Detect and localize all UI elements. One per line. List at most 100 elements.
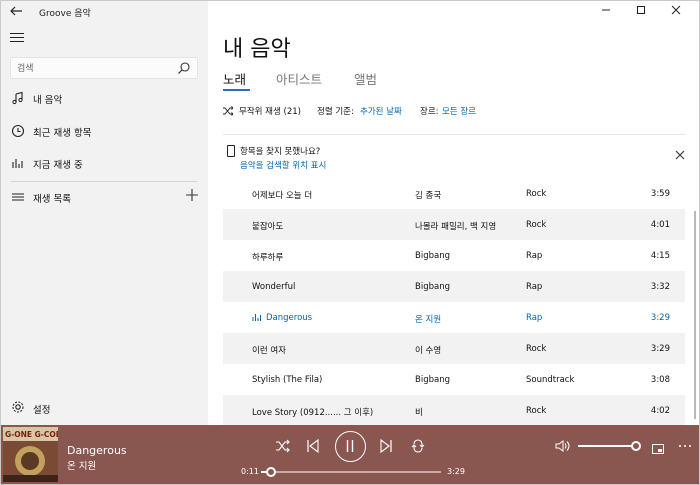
shuffle-all-button[interactable]: 무작위 재생 (21) bbox=[239, 105, 301, 117]
hamburger-menu-icon[interactable] bbox=[10, 33, 24, 45]
shuffle-icon bbox=[276, 439, 290, 453]
table-row[interactable]: 하루하루 Bigbang Rap 4:15 bbox=[223, 240, 685, 271]
minimize-icon bbox=[602, 9, 610, 11]
pause-icon bbox=[346, 440, 354, 452]
shuffle-button[interactable] bbox=[276, 438, 292, 454]
table-row-now-playing[interactable]: Dangerous 온 지원 Rap 3:29 bbox=[223, 302, 685, 333]
song-artist[interactable]: 김 종국 bbox=[415, 189, 441, 201]
title-bar: Groove 음악 bbox=[1, 1, 208, 23]
now-playing-title[interactable]: Dangerous bbox=[67, 444, 127, 457]
mini-player-button[interactable] bbox=[652, 439, 668, 455]
sidebar-item-my-music[interactable]: 내 음악 bbox=[1, 85, 208, 111]
app-title: Groove 음악 bbox=[39, 9, 91, 19]
sort-label: 정렬 기준: bbox=[317, 107, 354, 117]
close-window-button[interactable] bbox=[669, 5, 683, 19]
next-button[interactable] bbox=[379, 438, 395, 454]
tab-songs[interactable]: 노래 bbox=[223, 69, 246, 88]
song-genre: Rock bbox=[526, 344, 547, 354]
song-genre: Rock bbox=[526, 220, 547, 230]
song-genre: Rap bbox=[526, 251, 543, 261]
sidebar: Groove 음악 내 음악 최근 재생 항목 지금 재생 중 재생 목록 설정 bbox=[1, 1, 208, 425]
gear-icon bbox=[12, 401, 24, 413]
sidebar-item-now-playing[interactable]: 지금 재생 중 bbox=[1, 150, 208, 176]
song-artist[interactable]: 나몰라 패밀리, 백 지영 bbox=[415, 220, 496, 232]
speaker-icon bbox=[555, 440, 570, 452]
close-icon bbox=[671, 5, 681, 15]
tab-artists[interactable]: 아티스트 bbox=[276, 69, 322, 88]
song-artist[interactable]: 이 수영 bbox=[415, 344, 441, 356]
sidebar-item-label: 내 음악 bbox=[33, 95, 63, 106]
playlist-icon bbox=[12, 193, 24, 201]
sort-dropdown[interactable]: 추가된 날짜 bbox=[360, 105, 402, 117]
table-row[interactable]: 붙잡아도 나몰라 패밀리, 백 지영 Rock 4:01 bbox=[223, 209, 685, 240]
maximize-button[interactable] bbox=[634, 5, 648, 19]
search-box bbox=[10, 57, 198, 79]
clock-icon bbox=[11, 124, 25, 138]
song-title-cell: Dangerous bbox=[252, 313, 312, 323]
album-cover-image: G-ONE G-CODE bbox=[3, 427, 58, 482]
song-genre: Rap bbox=[526, 282, 543, 292]
previous-button[interactable] bbox=[306, 438, 322, 454]
sidebar-item-playlists[interactable]: 재생 목록 bbox=[1, 184, 208, 210]
song-title: 이런 여자 bbox=[252, 346, 286, 356]
search-input[interactable] bbox=[17, 61, 167, 76]
add-playlist-button[interactable] bbox=[186, 188, 198, 204]
song-duration: 3:08 bbox=[650, 375, 670, 385]
now-playing-artist[interactable]: 온 지원 bbox=[67, 458, 96, 472]
table-row[interactable]: Wonderful Bigbang Rap 3:32 bbox=[223, 271, 685, 302]
music-note-icon bbox=[12, 91, 23, 105]
dismiss-notice-button[interactable] bbox=[675, 150, 685, 162]
page-title: 내 음악 bbox=[223, 37, 291, 62]
divider bbox=[10, 181, 198, 182]
song-duration: 3:32 bbox=[650, 282, 670, 292]
song-artist[interactable]: 비 bbox=[415, 406, 423, 418]
song-artist[interactable]: 온 지원 bbox=[415, 313, 441, 325]
scrollbar[interactable] bbox=[694, 211, 696, 419]
song-title: Wonderful bbox=[252, 282, 296, 292]
equalizer-icon bbox=[12, 159, 23, 168]
song-title: Dangerous bbox=[266, 313, 313, 323]
song-duration: 3:29 bbox=[650, 344, 670, 354]
progress-slider[interactable] bbox=[261, 467, 441, 477]
volume-button[interactable] bbox=[555, 438, 571, 454]
repeat-button[interactable] bbox=[411, 438, 427, 454]
song-artist[interactable]: Bigbang bbox=[415, 251, 450, 261]
song-genre: Rap bbox=[526, 313, 543, 323]
mini-player-icon bbox=[652, 444, 664, 454]
minimize-button[interactable] bbox=[599, 5, 613, 19]
song-genre: Rock bbox=[526, 406, 547, 416]
search-icon[interactable] bbox=[177, 61, 191, 75]
song-title: 붙잡아도 bbox=[252, 222, 284, 232]
plus-icon bbox=[186, 189, 198, 201]
song-artist[interactable]: Bigbang bbox=[415, 375, 450, 385]
more-options-button[interactable] bbox=[678, 438, 694, 454]
repeat-icon bbox=[411, 439, 425, 453]
active-tab-indicator bbox=[223, 89, 250, 91]
sidebar-item-label: 재생 목록 bbox=[33, 194, 71, 205]
sidebar-item-recent[interactable]: 최근 재생 항목 bbox=[1, 118, 208, 144]
volume-knob[interactable] bbox=[631, 441, 641, 451]
pause-button[interactable] bbox=[335, 431, 366, 462]
song-artist[interactable]: Bigbang bbox=[415, 282, 450, 292]
song-title: 어제보다 오늘 더 bbox=[252, 191, 313, 201]
elapsed-time: 0:11 bbox=[241, 467, 259, 476]
song-duration: 4:15 bbox=[650, 251, 670, 261]
volume-slider[interactable] bbox=[578, 441, 641, 451]
main-panel: 내 음악 노래 아티스트 앨범 무작위 재생 (21) 정렬 기준: 추가된 날… bbox=[208, 1, 699, 426]
window-controls bbox=[589, 1, 699, 23]
tab-albums[interactable]: 앨범 bbox=[354, 69, 377, 88]
song-title: Love Story (0912...... 그 이후) bbox=[252, 408, 374, 418]
back-button[interactable] bbox=[9, 4, 25, 20]
notice-title: 항목을 찾지 못했나요? bbox=[240, 147, 321, 157]
show-music-locations-link[interactable]: 음악을 검색할 위치 표시 bbox=[240, 159, 326, 171]
song-duration: 3:29 bbox=[650, 313, 670, 323]
table-row[interactable]: 어제보다 오늘 더 김 종국 Rock 3:59 bbox=[223, 178, 685, 209]
album-art[interactable]: G-ONE G-CODE bbox=[3, 427, 58, 482]
progress-knob[interactable] bbox=[265, 467, 276, 477]
settings-button[interactable]: 설정 bbox=[1, 395, 208, 419]
table-row[interactable]: Stylish (The Fila) Bigbang Soundtrack 3:… bbox=[223, 364, 685, 395]
table-row[interactable]: 이런 여자 이 수영 Rock 3:29 bbox=[223, 333, 685, 364]
genre-dropdown[interactable]: 모든 장르 bbox=[442, 105, 476, 117]
table-row[interactable]: Love Story (0912...... 그 이후) 비 Rock 4:02 bbox=[223, 395, 685, 426]
song-duration: 4:02 bbox=[650, 406, 670, 416]
